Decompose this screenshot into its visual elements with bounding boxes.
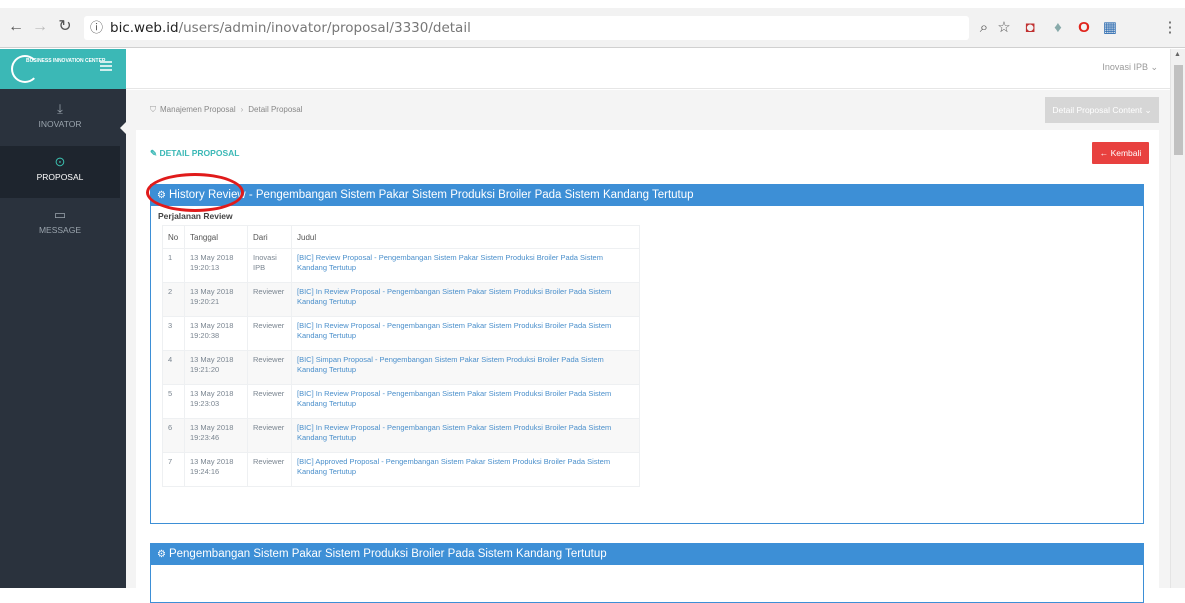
top-navbar: Inovasi IPB ⌄ [126,49,1170,89]
sidebar-item-proposal[interactable]: ⊙ PROPOSAL [0,146,120,198]
url-text: bic.web.id/users/admin/inovator/proposal… [110,20,471,36]
table-row: 5 13 May 2018 19:23:03 Reviewer [BIC] In Rev… [162,384,640,419]
cell-dari: Reviewer [247,452,292,487]
cropped-document-caption [0,0,1185,8]
table-row: 2 13 May 2018 19:20:21 Reviewer [BIC] In Rev… [162,282,640,317]
column-header: Judul [291,225,640,249]
table-row: 4 13 May 2018 19:21:20 Reviewer [BIC] Simpan… [162,350,640,385]
section-title: ✎ DETAIL PROPOSAL [150,148,240,158]
cell-date: 13 May 2018 19:23:03 [184,384,248,419]
logo-text: BUSINESS INNOVATION CENTER [26,58,106,64]
cell-dari: Reviewer [247,282,292,317]
extension-icon[interactable]: ♦ [1048,18,1068,38]
zoom-icon[interactable]: ⌕ [974,18,994,38]
sidebar: BUSINESS INNOVATION CENTER ⤓ INOVATOR ⊙ … [0,49,126,588]
review-subtitle: Perjalanan Review [158,211,233,221]
cell-no: 3 [162,316,185,351]
address-bar[interactable]: ⓘ bic.web.id/users/admin/inovator/propos… [84,16,969,40]
review-table: No Tanggal Dari Judul 1 13 May 2018 19:20:… [162,225,640,487]
sidebar-item-inovator[interactable]: ⤓ INOVATOR [0,93,120,145]
table-row: 3 13 May 2018 19:20:38 Reviewer [BIC] In Rev… [162,316,640,351]
cell-dari: Reviewer [247,316,292,351]
main-content: ⛉ Manajemen Proposal › Detail Proposal Deta… [126,90,1170,603]
back-button[interactable]: ← Kembali [1092,142,1149,164]
cell-dari: Reviewer [247,384,292,419]
pocket-extension-icon[interactable]: ◘ [1020,18,1040,38]
gears-icon: ⚙ [157,549,166,560]
history-review-box: ⚙ History Review - Pengembangan Sistem Pa… [150,184,1144,524]
cell-dari: Inovasi IPB [247,248,292,283]
cell-judul[interactable]: [BIC] Simpan Proposal - Pengembangan Sis… [291,350,640,385]
shield-icon: ⛉ [150,105,156,114]
cell-no: 1 [162,248,185,283]
cell-judul[interactable]: [BIC] Review Proposal - Pengembangan Sis… [291,248,640,283]
column-header: Tanggal [184,225,248,249]
annotation-circle [146,173,244,212]
sidebar-item-message[interactable]: ▭ MESSAGE [0,199,120,251]
sidebar-item-label: PROPOSAL [36,172,84,182]
bookmark-star-icon[interactable]: ☆ [994,18,1014,38]
sidebar-item-label: INOVATOR [38,119,82,129]
breadcrumb-item[interactable]: Manajemen Proposal [160,105,236,114]
breadcrumb-item: Detail Proposal [248,105,303,114]
detail-content-dropdown[interactable]: Detail Proposal Content ⌄ [1045,97,1159,123]
cell-judul[interactable]: [BIC] In Review Proposal - Pengembangan … [291,384,640,419]
breadcrumb-bar: ⛉ Manajemen Proposal › Detail Proposal Deta… [136,97,1159,123]
proposal-content-box: ⚙ Pengembangan Sistem Pakar Sistem Produk… [150,543,1144,603]
table-row: 6 13 May 2018 19:23:46 Reviewer [BIC] In Rev… [162,418,640,453]
browser-menu-icon[interactable]: ⋮ [1160,18,1180,38]
table-row: 7 13 May 2018 19:24:16 Reviewer [BIC] Approv… [162,452,640,487]
cell-no: 2 [162,282,185,317]
breadcrumb: ⛉ Manajemen Proposal › Detail Proposal [150,105,303,115]
back-arrow-icon[interactable]: ← [6,17,26,37]
news-extension-icon[interactable]: ▦ [1100,18,1120,38]
cell-date: 13 May 2018 19:20:38 [184,316,248,351]
inbox-icon: ▭ [53,207,67,222]
page-scrollbar[interactable]: ▲ [1170,49,1185,588]
cell-date: 13 May 2018 19:20:21 [184,282,248,317]
arrow-left-icon: ← [1099,148,1111,158]
table-row: 1 13 May 2018 19:20:13 Inovasi IPB [BIC] Rev… [162,248,640,283]
cell-judul[interactable]: [BIC] In Review Proposal - Pengembangan … [291,282,640,317]
cell-date: 13 May 2018 19:24:16 [184,452,248,487]
cell-no: 7 [162,452,185,487]
cell-judul[interactable]: [BIC] In Review Proposal - Pengembangan … [291,418,640,453]
column-header: Dari [247,225,292,249]
cell-no: 4 [162,350,185,385]
cell-date: 13 May 2018 19:20:13 [184,248,248,283]
column-header: No [162,225,185,249]
cell-no: 5 [162,384,185,419]
browser-toolbar: ← → ↻ ⓘ bic.web.id/users/admin/inovator/… [0,8,1185,48]
table-header-row: No Tanggal Dari Judul [162,225,640,249]
hamburger-menu-icon[interactable] [100,61,112,71]
cell-date: 13 May 2018 19:21:20 [184,350,248,385]
info-icon[interactable]: ⓘ [90,20,103,36]
forward-arrow-icon[interactable]: → [30,17,50,37]
breadcrumb-separator: › [240,105,244,114]
logo-area: BUSINESS INNOVATION CENTER [0,49,126,89]
download-icon: ⤓ [57,101,63,116]
cell-judul[interactable]: [BIC] In Review Proposal - Pengembangan … [291,316,640,351]
cell-date: 13 May 2018 19:23:46 [184,418,248,453]
sidebar-item-label: MESSAGE [38,225,82,235]
arrow-up-circle-icon: ⊙ [54,154,66,169]
proposal-content-header: ⚙ Pengembangan Sistem Pakar Sistem Produk… [151,544,1143,565]
user-menu[interactable]: Inovasi IPB ⌄ [1102,62,1158,73]
scroll-up-arrow-icon[interactable]: ▲ [1174,51,1181,58]
cell-no: 6 [162,418,185,453]
scroll-thumb[interactable] [1174,65,1183,155]
cell-dari: Reviewer [247,350,292,385]
reload-icon[interactable]: ↻ [55,17,75,37]
cell-judul[interactable]: [BIC] Approved Proposal - Pengembangan S… [291,452,640,487]
detail-panel: ✎ DETAIL PROPOSAL ← Kembali ⚙ History Rev… [136,130,1159,603]
opera-extension-icon[interactable]: O [1074,18,1094,38]
cell-dari: Reviewer [247,418,292,453]
history-review-header: ⚙ History Review - Pengembangan Sistem Pa… [151,185,1143,206]
